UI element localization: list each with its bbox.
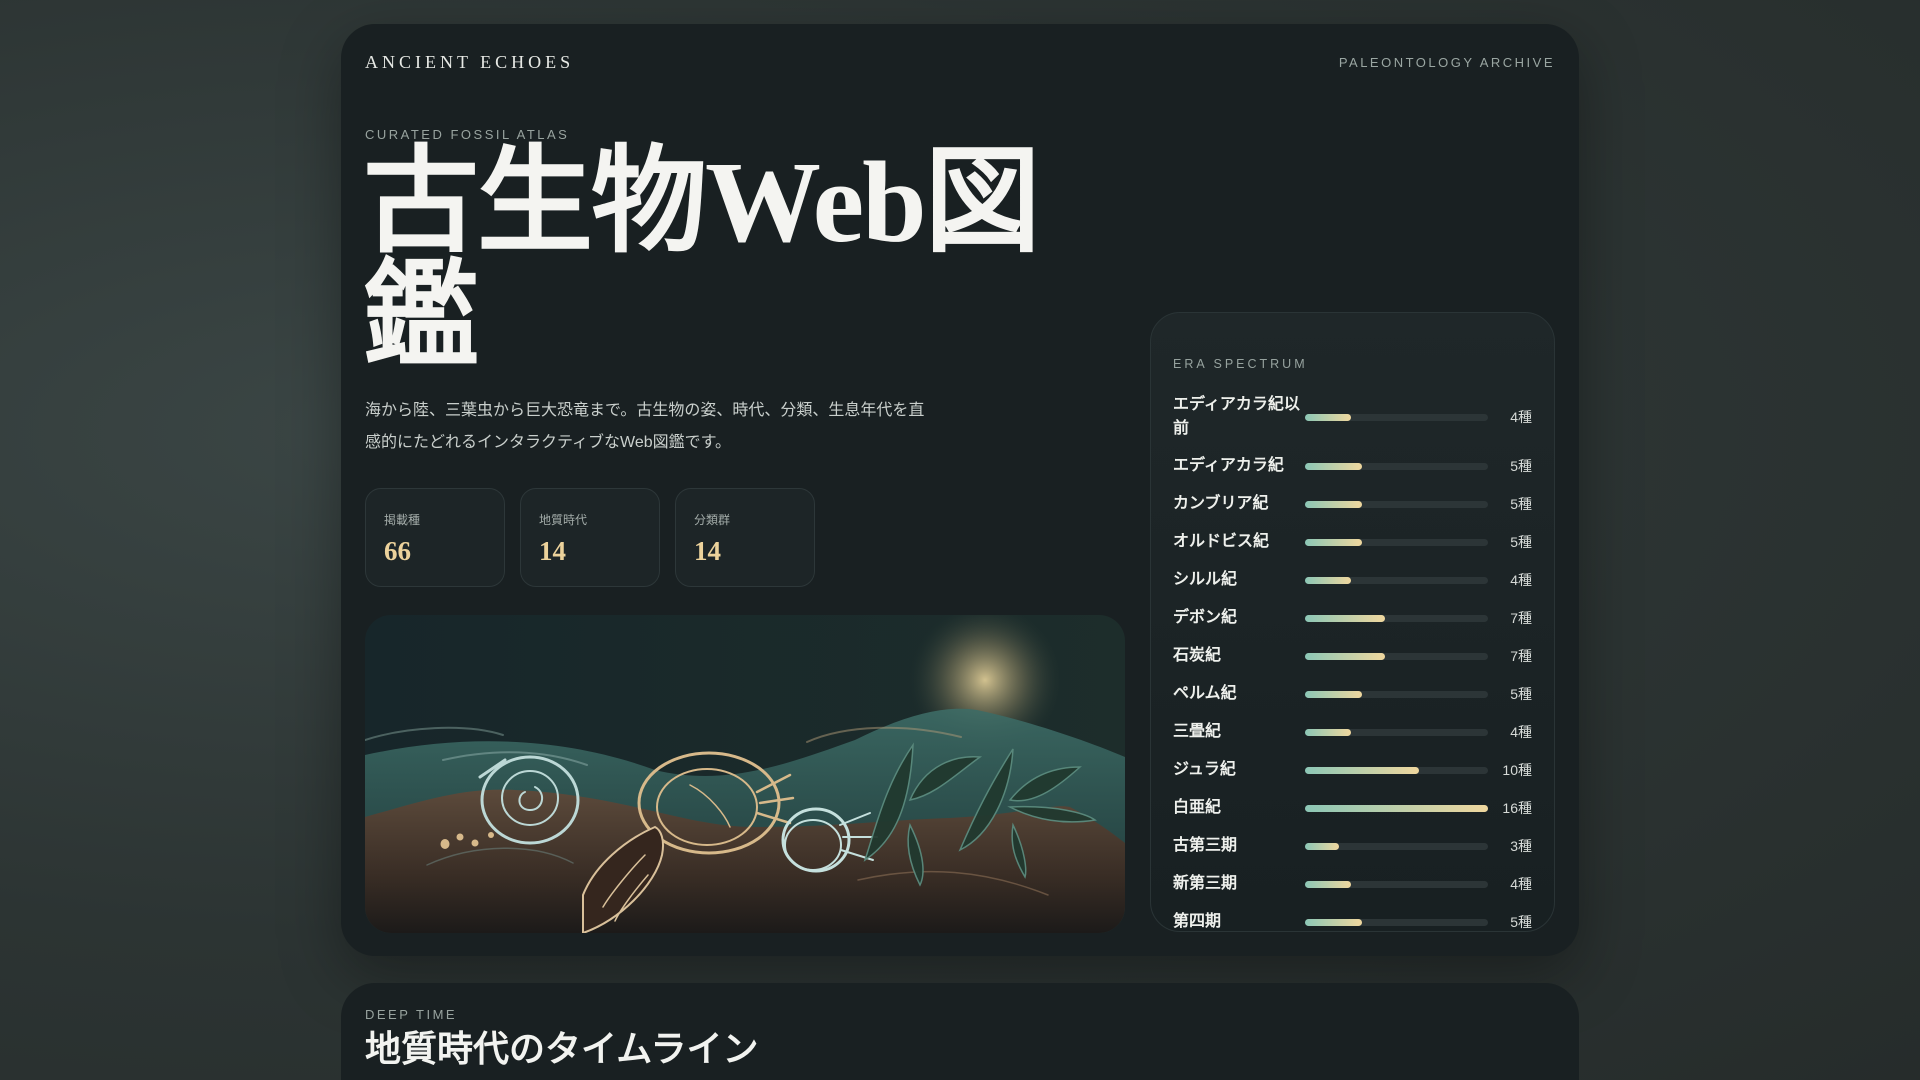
era-count: 7種 [1510,610,1532,626]
era-row[interactable]: 新第三期 4種 [1173,865,1532,903]
era-bar-track [1305,690,1488,698]
era-count: 5種 [1510,534,1532,550]
stat-card-species: 掲載種 66 [365,488,505,587]
era-row[interactable]: ペルム紀 5種 [1173,675,1532,713]
era-count: 4種 [1510,409,1532,425]
era-bar-track [1305,576,1488,584]
era-row[interactable]: オルドビス紀 5種 [1173,523,1532,561]
era-count: 5種 [1510,686,1532,702]
era-bar-track [1305,614,1488,622]
era-row[interactable]: 三畳紀 4種 [1173,713,1532,751]
era-bar-track [1305,413,1488,421]
era-bar-fill [1305,500,1363,508]
era-bar-fill [1305,918,1363,926]
era-name: デボン紀 [1173,609,1238,626]
stats-row: 掲載種 66 地質時代 14 分類群 14 [365,488,815,587]
era-name: オルドビス紀 [1173,533,1270,550]
era-bar-fill [1305,413,1351,421]
era-name: 三畳紀 [1173,723,1222,740]
era-row[interactable]: エディアカラ紀以前 4種 [1173,387,1532,447]
stat-value: 66 [384,536,411,566]
era-count: 5種 [1510,914,1532,930]
archive-label: PALEONTOLOGY ARCHIVE [1338,55,1555,70]
era-name: 古第三期 [1173,837,1238,854]
era-row[interactable]: カンブリア紀 5種 [1173,485,1532,523]
era-bar-fill [1305,462,1363,470]
era-name: 石炭紀 [1173,647,1222,664]
stat-value: 14 [539,536,566,566]
stat-label: 地質時代 [539,513,588,527]
fossil-landscape-illustration [365,615,1125,933]
era-row[interactable]: 白亜紀 16種 [1173,789,1532,827]
stat-value: 14 [694,536,721,566]
era-count: 16種 [1502,800,1532,816]
era-row[interactable]: 第四期 5種 [1173,903,1532,941]
era-count: 5種 [1510,458,1532,474]
stat-label: 掲載種 [384,513,421,527]
era-row[interactable]: ジュラ紀 10種 [1173,751,1532,789]
stat-label: 分類群 [694,513,731,527]
era-bar-fill [1305,690,1363,698]
era-row[interactable]: 古第三期 3種 [1173,827,1532,865]
era-bar-track [1305,652,1488,660]
era-count: 7種 [1510,648,1532,664]
era-row[interactable]: エディアカラ紀 5種 [1173,447,1532,485]
era-name: 白亜紀 [1173,799,1222,816]
era-name: エディアカラ紀 [1173,457,1284,474]
era-name: ジュラ紀 [1173,761,1236,778]
era-bar-fill [1305,652,1386,660]
page-title-line: 古生物Web図 [363,139,1041,267]
era-bar-fill [1305,804,1488,812]
page-title-line: 鑑 [363,253,479,381]
era-count: 5種 [1510,496,1532,512]
era-bar-fill [1305,728,1351,736]
era-bar-fill [1305,880,1351,888]
era-count: 4種 [1510,724,1532,740]
era-bar-fill [1305,842,1340,850]
brand-logo[interactable]: ANCIENT ECHOES [365,52,574,73]
era-spectrum-panel: ERA SPECTRUM エディアカラ紀以前 4種 エディアカラ紀 5種 カンブリア… [1150,312,1555,932]
era-bar-fill [1305,766,1420,774]
era-list: エディアカラ紀以前 4種 エディアカラ紀 5種 カンブリア紀 5種 オルドビス紀 5種… [1173,387,1532,941]
era-bar-track [1305,880,1488,888]
landscape-svg [365,615,1125,933]
era-row[interactable]: デボン紀 7種 [1173,599,1532,637]
era-name: 第四期 [1173,913,1222,930]
timeline-title: 地質時代のタイムライン [365,1028,759,1069]
era-bar-track [1305,728,1488,736]
era-count: 3種 [1510,838,1532,854]
timeline-section: DEEP TIME 地質時代のタイムライン [341,983,1579,1080]
era-bar-track [1305,804,1488,812]
stat-card-taxa: 分類群 14 [675,488,815,587]
era-bar-track [1305,766,1488,774]
era-bar-fill [1305,576,1351,584]
era-bar-fill [1305,614,1386,622]
era-bar-track [1305,842,1488,850]
hero-card: ANCIENT ECHOES PALEONTOLOGY ARCHIVE CURA… [341,24,1579,956]
stat-card-eras: 地質時代 14 [520,488,660,587]
timeline-eyebrow: DEEP TIME [365,1007,458,1022]
era-bar-track [1305,500,1488,508]
era-bar-track [1305,462,1488,470]
era-name: カンブリア紀 [1173,495,1269,512]
page-title: 古生物Web図 鑑 [363,139,1041,381]
era-name: ペルム紀 [1173,685,1237,702]
era-name: エディアカラ紀以前 [1173,396,1300,437]
era-bar-fill [1305,538,1363,546]
era-spectrum-title: ERA SPECTRUM [1173,357,1308,371]
era-count: 10種 [1502,762,1532,778]
era-row[interactable]: 石炭紀 7種 [1173,637,1532,675]
era-name: 新第三期 [1173,875,1238,892]
era-bar-track [1305,918,1488,926]
era-row[interactable]: シルル紀 4種 [1173,561,1532,599]
era-count: 4種 [1510,572,1532,588]
era-bar-track [1305,538,1488,546]
era-name: シルル紀 [1173,571,1238,588]
hero-description: 海から陸、三葉虫から巨大恐竜まで。古生物の姿、時代、分類、生息年代を直感的にたど… [365,402,925,451]
era-count: 4種 [1510,876,1532,892]
